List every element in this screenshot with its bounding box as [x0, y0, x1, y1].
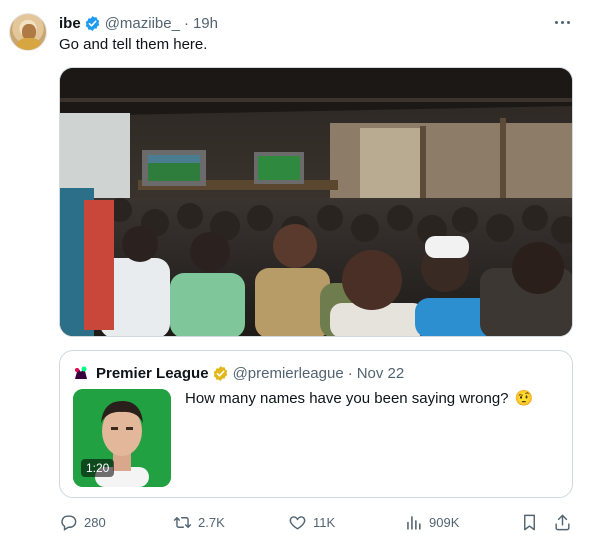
- tweet-photo[interactable]: [59, 67, 573, 337]
- reply-button[interactable]: 280: [59, 510, 106, 534]
- bookmark-icon: [524, 514, 535, 530]
- quote-text-body: How many names have you been saying wron…: [185, 389, 509, 407]
- separator-dot: ·: [183, 14, 189, 32]
- tweet-header: ibe @maziibe_ · 19h: [59, 13, 218, 33]
- quote-video-thumbnail[interactable]: 1:20: [73, 389, 171, 487]
- quote-author-handle[interactable]: @premierleague: [233, 365, 344, 382]
- timestamp[interactable]: 19h: [193, 15, 218, 32]
- raised-eyebrow-emoji: 🤨: [514, 390, 534, 407]
- quote-date[interactable]: Nov 22: [357, 365, 405, 382]
- retweet-count: 2.7K: [198, 514, 225, 530]
- author-handle[interactable]: @maziibe_: [105, 15, 180, 32]
- verified-badge-icon: [213, 365, 227, 381]
- like-button[interactable]: 11K: [288, 510, 335, 534]
- reply-icon: [61, 514, 77, 531]
- tweet-text: Go and tell them here.: [59, 36, 208, 53]
- share-icon: [555, 514, 570, 530]
- separator-dot: ·: [347, 364, 353, 382]
- avatar[interactable]: [9, 13, 47, 51]
- views-button[interactable]: 909K: [404, 510, 459, 534]
- views-icon: [407, 515, 421, 530]
- tweet[interactable]: ibe @maziibe_ · 19h Go and tell them her…: [0, 0, 598, 548]
- reply-count: 280: [84, 514, 106, 530]
- share-button[interactable]: [553, 510, 572, 534]
- verified-badge-icon: [85, 15, 99, 31]
- action-bar: 280 2.7K 11K 909K: [59, 510, 573, 534]
- quote-author-name[interactable]: Premier League: [96, 365, 209, 382]
- views-count: 909K: [429, 514, 460, 530]
- bookmark-button[interactable]: [520, 510, 539, 534]
- more-icon[interactable]: [551, 12, 573, 32]
- like-icon: [289, 515, 306, 530]
- crowd-watching-tv-image: [60, 68, 572, 336]
- quoted-tweet[interactable]: Premier League @premierleague · Nov 22 1…: [59, 350, 573, 498]
- premier-league-logo[interactable]: [72, 364, 90, 382]
- retweet-button[interactable]: 2.7K: [173, 510, 225, 534]
- like-count: 11K: [313, 514, 336, 530]
- author-name[interactable]: ibe: [59, 15, 81, 32]
- retweet-icon: [173, 516, 192, 528]
- quote-header: Premier League @premierleague · Nov 22: [72, 363, 404, 383]
- quote-text: How many names have you been saying wron…: [185, 389, 534, 408]
- video-duration: 1:20: [81, 459, 115, 477]
